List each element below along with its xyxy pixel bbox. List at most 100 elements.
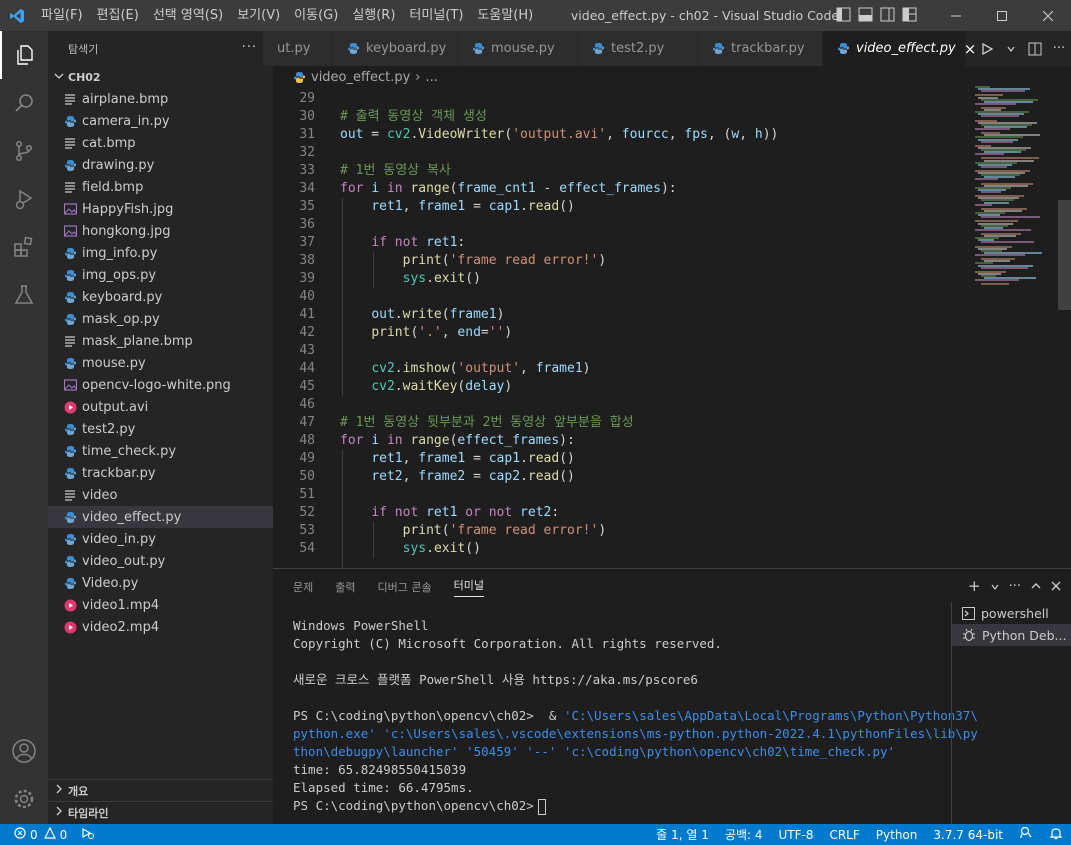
- editor-scrollbar[interactable]: [1058, 200, 1071, 310]
- extensions-icon[interactable]: [0, 223, 48, 271]
- file-item[interactable]: drawing.py: [48, 154, 273, 176]
- account-icon[interactable]: [0, 727, 48, 775]
- source-control-icon[interactable]: [0, 127, 48, 175]
- menu-item[interactable]: 파일(F): [34, 0, 90, 31]
- new-terminal-icon[interactable]: +: [968, 577, 981, 595]
- file-item[interactable]: video: [48, 484, 273, 506]
- file-item[interactable]: trackbar.py: [48, 462, 273, 484]
- more-actions-icon[interactable]: ···: [1047, 41, 1071, 56]
- file-item[interactable]: mask_plane.bmp: [48, 330, 273, 352]
- file-item[interactable]: video_out.py: [48, 550, 273, 572]
- file-item[interactable]: output.avi: [48, 396, 273, 418]
- run-file-icon[interactable]: [975, 42, 999, 56]
- file-label: video_in.py: [82, 531, 156, 547]
- code-line: 41 out.write(frame1): [273, 306, 973, 324]
- gear-icon[interactable]: [0, 775, 48, 823]
- timeline-section[interactable]: 타임라인: [48, 801, 273, 823]
- error-icon[interactable]: [14, 827, 26, 842]
- menu-item[interactable]: 보기(V): [230, 0, 287, 31]
- minimap-line: [975, 178, 998, 181]
- close-window-icon[interactable]: [1025, 0, 1071, 31]
- file-item[interactable]: camera_in.py: [48, 110, 273, 132]
- menu-item[interactable]: 편집(E): [90, 0, 146, 31]
- search-icon[interactable]: [0, 79, 48, 127]
- file-item[interactable]: keyboard.py: [48, 286, 273, 308]
- more-actions-icon[interactable]: ···: [242, 40, 257, 55]
- chevron-down-icon[interactable]: [999, 45, 1023, 53]
- cursor-position[interactable]: 줄 1, 열 1: [656, 826, 709, 843]
- more-actions-icon[interactable]: ···: [1009, 579, 1021, 594]
- file-item[interactable]: HappyFish.jpg: [48, 198, 273, 220]
- file-item[interactable]: opencv-logo-white.png: [48, 374, 273, 396]
- customize-layout-icon[interactable]: [902, 7, 917, 22]
- tab[interactable]: trackbar.py: [698, 31, 823, 66]
- error-count[interactable]: 0: [30, 828, 38, 842]
- file-item[interactable]: mouse.py: [48, 352, 273, 374]
- panel-tab[interactable]: 출력: [335, 579, 355, 595]
- breadcrumb-symbol[interactable]: ...: [426, 70, 438, 85]
- split-editor-icon[interactable]: [1023, 42, 1047, 56]
- menu-item[interactable]: 터미널(T): [402, 0, 470, 31]
- encoding[interactable]: UTF-8: [778, 828, 813, 842]
- terminal-instance[interactable]: powershell: [952, 602, 1071, 624]
- file-item[interactable]: airplane.bmp: [48, 88, 273, 110]
- panel-tab[interactable]: 디버그 콘솔: [378, 579, 432, 595]
- python-interpreter[interactable]: 3.7.7 64-bit: [933, 828, 1003, 842]
- terminal-instance[interactable]: Python Deb...: [952, 624, 1071, 646]
- panel-tab[interactable]: 문제: [293, 579, 313, 595]
- minimap-line: [975, 153, 1004, 156]
- code-editor[interactable]: 29 30 # 출력 동영상 객체 생성 31 out = cv2.VideoWrite…: [273, 88, 1071, 568]
- panel-tab[interactable]: 터미널: [453, 577, 484, 597]
- file-item[interactable]: img_ops.py: [48, 264, 273, 286]
- warning-icon[interactable]: [43, 826, 56, 842]
- notifications-icon[interactable]: [1049, 826, 1063, 843]
- toggle-secondary-sidebar-icon[interactable]: [880, 7, 895, 22]
- file-item[interactable]: field.bmp: [48, 176, 273, 198]
- indentation[interactable]: 공백: 4: [725, 826, 763, 843]
- python-file-icon: [712, 42, 725, 55]
- tab[interactable]: ut.py: [263, 31, 333, 66]
- maximize-icon[interactable]: [979, 0, 1025, 31]
- file-item[interactable]: mask_op.py: [48, 308, 273, 330]
- end-of-line[interactable]: CRLF: [829, 828, 859, 842]
- menu-item[interactable]: 실행(R): [345, 0, 402, 31]
- code-line: 29: [273, 90, 973, 108]
- explorer-icon[interactable]: [0, 31, 48, 79]
- file-item[interactable]: hongkong.jpg: [48, 220, 273, 242]
- file-item[interactable]: time_check.py: [48, 440, 273, 462]
- file-item[interactable]: test2.py: [48, 418, 273, 440]
- menu-item[interactable]: 이동(G): [287, 0, 345, 31]
- minimap[interactable]: [970, 66, 1060, 566]
- testing-icon[interactable]: [0, 271, 48, 319]
- tab-active[interactable]: video_effect.py ×: [823, 31, 976, 66]
- tab[interactable]: test2.py: [578, 31, 698, 66]
- run-debug-icon[interactable]: [0, 175, 48, 223]
- file-item[interactable]: video_effect.py: [48, 506, 273, 528]
- tab[interactable]: mouse.py: [458, 31, 578, 66]
- outline-section[interactable]: 개요: [48, 779, 273, 801]
- feedback-icon[interactable]: [1019, 826, 1033, 843]
- toggle-panel-icon[interactable]: [858, 7, 873, 22]
- minimap-line: [981, 115, 1019, 118]
- debug-attach-icon[interactable]: [81, 827, 95, 842]
- minimize-icon[interactable]: [933, 0, 979, 31]
- tab[interactable]: keyboard.py: [333, 31, 458, 66]
- toggle-sidebar-icon[interactable]: [836, 7, 851, 22]
- terminal-output[interactable]: Windows PowerShell Copyright (C) Microsof…: [293, 617, 978, 815]
- chevron-down-icon[interactable]: [991, 577, 999, 595]
- maximize-panel-icon[interactable]: [1031, 577, 1041, 595]
- menu-item[interactable]: 도움말(H): [470, 0, 540, 31]
- breadcrumb-file[interactable]: video_effect.py: [311, 70, 410, 85]
- file-item[interactable]: cat.bmp: [48, 132, 273, 154]
- close-panel-icon[interactable]: [1051, 577, 1061, 595]
- file-item[interactable]: video2.mp4: [48, 616, 273, 638]
- warning-count[interactable]: 0: [60, 828, 68, 842]
- file-item[interactable]: video1.mp4: [48, 594, 273, 616]
- file-item[interactable]: img_info.py: [48, 242, 273, 264]
- file-item[interactable]: video_in.py: [48, 528, 273, 550]
- terminal-line-text: Windows PowerShell: [293, 618, 429, 633]
- menu-item[interactable]: 선택 영역(S): [146, 0, 230, 31]
- folder-ch02[interactable]: CH02: [48, 66, 273, 88]
- file-item[interactable]: Video.py: [48, 572, 273, 594]
- language-mode[interactable]: Python: [876, 828, 918, 842]
